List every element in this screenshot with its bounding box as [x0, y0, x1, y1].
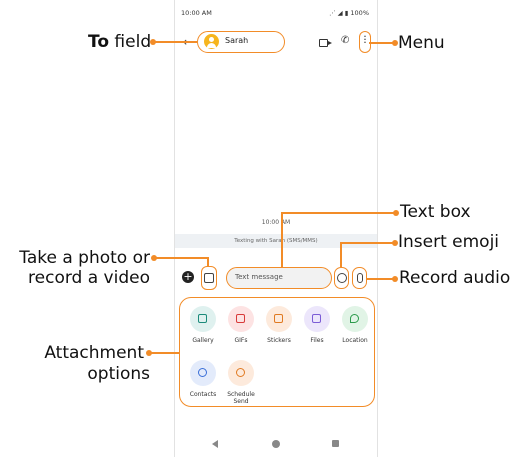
nav-home-icon[interactable]: [272, 440, 280, 448]
attachment-label: Stickers: [267, 337, 291, 344]
attachment-label: Files: [310, 337, 324, 344]
attachment-gifs[interactable]: GIFs: [221, 306, 261, 344]
attachment-panel: Gallery GIFs Stickers Files Location Con…: [179, 297, 375, 407]
callout-attachment-1: Attachment: [44, 343, 144, 363]
battery-icon: ▮: [344, 9, 349, 17]
attachment-label: GIFs: [234, 337, 248, 344]
phone-screen: 10:00 AM ⋰ ◢ ▮ 100% ← Sarah ✆ ··· 10:00 …: [174, 0, 378, 457]
message-timestamp: 10:00 AM: [261, 219, 291, 226]
avatar: [204, 34, 219, 49]
wifi-icon: ⋰: [329, 9, 336, 17]
contacts-icon: [190, 360, 216, 386]
gif-icon: [228, 306, 254, 332]
callout-line: [207, 257, 209, 266]
status-time: 10:00 AM: [181, 9, 212, 17]
callout-line: [149, 352, 179, 354]
attachment-location[interactable]: Location: [335, 306, 375, 344]
status-icons: ⋰ ◢ ▮ 100%: [329, 9, 369, 17]
nav-recents-icon[interactable]: [332, 440, 339, 447]
callout-record-audio: Record audio: [399, 268, 511, 288]
text-message-input[interactable]: Text message: [226, 267, 332, 289]
attachment-label: Contacts: [189, 391, 217, 398]
app-bar: ← Sarah ✆ ···: [175, 28, 377, 58]
gallery-icon: [190, 306, 216, 332]
add-icon[interactable]: +: [182, 271, 194, 283]
attachment-label: Schedule Send: [227, 391, 255, 405]
callout-line: [340, 242, 394, 244]
signal-icon: ◢: [337, 9, 343, 17]
callout-line: [153, 41, 197, 43]
callout-text-box: Text box: [400, 202, 471, 222]
callout-line: [369, 42, 394, 44]
attachment-label: Gallery: [192, 337, 214, 344]
callout-to-field: To field: [88, 32, 151, 52]
callout-take-photo-2: record a video: [28, 268, 150, 288]
callout-line: [366, 278, 393, 280]
callout-to-rest: field: [109, 32, 152, 52]
camera-button[interactable]: [201, 266, 217, 290]
attachment-stickers[interactable]: Stickers: [259, 306, 299, 344]
phone-call-icon[interactable]: ✆: [341, 35, 349, 46]
video-call-icon[interactable]: [319, 39, 332, 47]
sms-banner: Texting with Sarah (SMS/MMS): [175, 234, 377, 248]
battery-level: 100%: [350, 9, 369, 17]
location-icon: [342, 306, 368, 332]
callout-insert-emoji: Insert emoji: [398, 232, 500, 252]
callout-line: [281, 212, 395, 214]
to-field[interactable]: Sarah: [197, 31, 285, 53]
sticker-icon: [266, 306, 292, 332]
attachment-schedule-send[interactable]: Schedule Send: [221, 360, 261, 405]
attachment-files[interactable]: Files: [297, 306, 337, 344]
attachment-gallery[interactable]: Gallery: [183, 306, 223, 344]
callout-take-photo-1: Take a photo or: [19, 248, 150, 268]
contact-name: Sarah: [225, 36, 249, 45]
attachment-contacts[interactable]: Contacts: [183, 360, 223, 398]
nav-back-icon[interactable]: [212, 440, 218, 448]
file-icon: [304, 306, 330, 332]
more-vert-icon: · · ·: [363, 30, 367, 49]
attachment-label: Location: [342, 337, 368, 344]
mic-icon: [357, 273, 363, 283]
clock-icon: [228, 360, 254, 386]
callout-line: [340, 242, 342, 267]
record-audio-button[interactable]: [352, 267, 367, 289]
camera-gallery-icon: [204, 273, 214, 283]
emoji-button[interactable]: [334, 267, 349, 289]
callout-attachment-2: options: [87, 364, 150, 384]
system-nav-bar: [175, 434, 377, 454]
callout-line: [281, 212, 283, 267]
emoji-icon: [337, 273, 347, 283]
callout-to-bold: To: [88, 32, 110, 52]
status-bar: 10:00 AM ⋰ ◢ ▮ 100%: [175, 0, 377, 20]
callout-menu: Menu: [398, 33, 445, 53]
callout-line: [154, 257, 208, 259]
